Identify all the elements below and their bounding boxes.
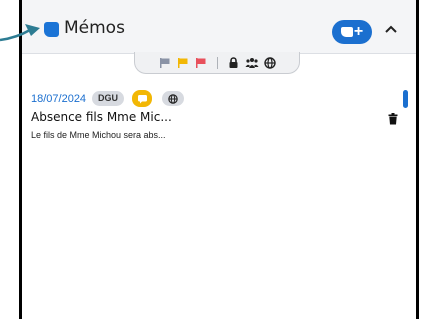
- chat-icon: [137, 94, 147, 103]
- memo-category-badge: [132, 90, 152, 107]
- memo-preview: Le fils de Mme Michou sera abs...: [31, 130, 166, 140]
- group-icon: [245, 57, 258, 68]
- add-plus-label: +: [353, 23, 364, 40]
- scrollbar-thumb[interactable]: [403, 90, 408, 108]
- chevron-up-icon: [385, 25, 397, 33]
- globe-icon: [263, 56, 276, 69]
- filter-public[interactable]: [263, 56, 277, 70]
- filter-flag-yellow[interactable]: [176, 56, 190, 70]
- filter-group[interactable]: [245, 56, 259, 70]
- memo-list-item[interactable]: 18/07/2024 DGU Absence fils Mme Mic... L…: [22, 88, 402, 148]
- panel-header: Mémos +: [22, 0, 416, 54]
- filter-flag-grey[interactable]: [158, 56, 172, 70]
- memo-title: Absence fils Mme Mic...: [31, 110, 172, 124]
- filter-separator: [216, 56, 218, 69]
- filter-flag-red[interactable]: [194, 56, 208, 70]
- filter-bar: [134, 52, 300, 74]
- memo-date: 18/07/2024: [31, 93, 87, 105]
- panel-title: Mémos: [64, 18, 125, 38]
- flag-red-icon: [195, 57, 205, 68]
- outer-background-right: [419, 0, 429, 319]
- memos-panel: Mémos + 18/07/2024 DGU Absence fils Mme …: [22, 0, 416, 319]
- globe-icon: [168, 93, 178, 104]
- collapse-button[interactable]: [380, 18, 402, 40]
- add-memo-button[interactable]: +: [332, 20, 372, 44]
- trash-icon: [388, 113, 398, 125]
- memo-author-badge: DGU: [92, 91, 124, 106]
- delete-memo-button[interactable]: [386, 111, 400, 127]
- add-memo-icon: [340, 27, 353, 37]
- lock-icon: [229, 56, 238, 68]
- flag-yellow-icon: [177, 57, 187, 68]
- filter-private[interactable]: [227, 56, 241, 70]
- memo-visibility-badge: [162, 91, 184, 106]
- outer-background-left: [0, 0, 19, 319]
- flag-grey-icon: [159, 57, 169, 68]
- arrow-right-icon: [0, 24, 40, 42]
